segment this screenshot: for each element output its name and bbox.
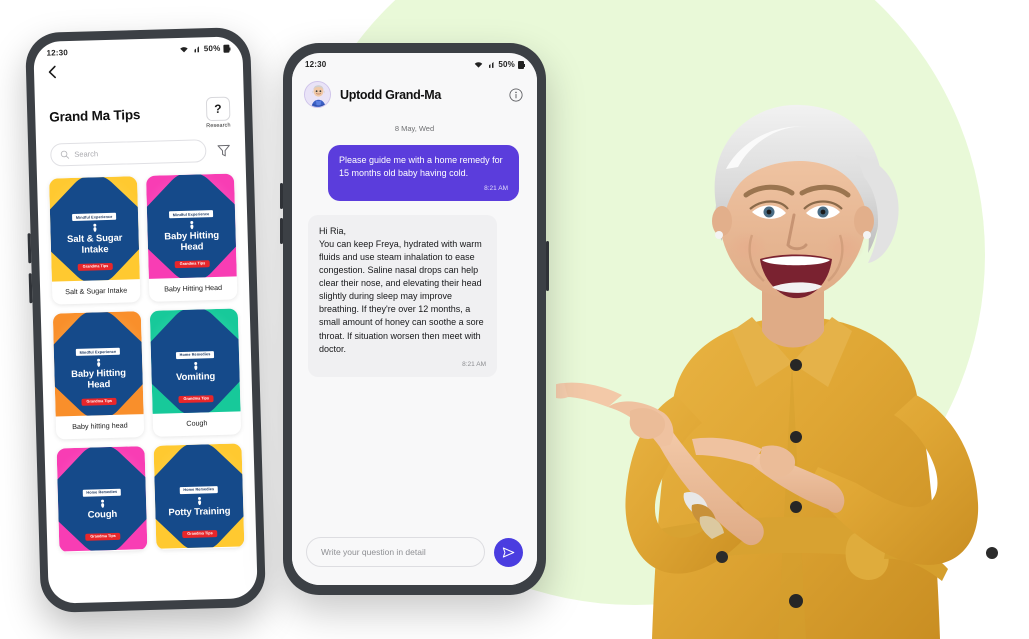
power-button[interactable]: [546, 241, 549, 291]
research-label: Research: [206, 122, 231, 130]
left-phone-device: 12:30 50% Grand Ma Tips ? Research Searc…: [24, 26, 267, 614]
chat-header: Uptodd Grand-Ma: [292, 71, 537, 118]
tip-card[interactable]: Home Remedies Vomiting Grandma Tips Cough: [149, 308, 242, 437]
search-input[interactable]: Search: [50, 139, 207, 167]
search-placeholder: Search: [74, 149, 99, 159]
status-time: 12:30: [305, 60, 327, 69]
baby-glyph-icon: [92, 224, 96, 233]
volume-down-button[interactable]: [28, 273, 33, 304]
tip-card-art-title: Cough: [87, 508, 118, 521]
promo-composition: 12:30 50% Grand Ma Tips ? Research Searc…: [0, 0, 1029, 639]
avatar-illustration: [305, 82, 330, 107]
grandma-tips-badge: Grandma Tips: [178, 394, 215, 404]
tip-card[interactable]: Home Remedies Cough Grandma Tips: [56, 446, 148, 553]
battery-icon: [518, 60, 525, 69]
grandma-tips-badge: Grandma Tips: [174, 259, 211, 269]
message-text: Please guide me with a home remedy for 1…: [339, 155, 503, 179]
tip-card-artwork: Mindful Experience Baby Hitting Head Grand…: [52, 311, 144, 417]
tip-card-label: Cough: [186, 418, 208, 428]
volume-down-button[interactable]: [280, 218, 283, 244]
right-phone-screen: 12:30 50% Uptodd Grand-Ma 8 May, Wed Ple…: [292, 53, 537, 585]
baby-glyph-icon: [193, 361, 197, 370]
baby-glyph-icon: [197, 496, 201, 505]
signal-icon: [194, 46, 200, 53]
status-time: 12:30: [46, 48, 69, 58]
tip-card-label: Salt & Sugar Intake: [65, 285, 128, 297]
tip-card-artwork: Home Remedies Cough Grandma Tips: [56, 446, 148, 552]
battery-percent: 50%: [498, 60, 515, 69]
info-circle-icon[interactable]: [509, 87, 523, 102]
chat-contact-name: Uptodd Grand-Ma: [340, 87, 442, 102]
grandma-tips-badge: Grandma Tips: [81, 397, 118, 406]
message-input[interactable]: Write your question in detail: [306, 537, 485, 567]
category-pill: Mindful Experience: [75, 348, 121, 357]
wifi-icon: [180, 47, 189, 53]
category-pill: Home Remedies: [179, 485, 219, 494]
baby-glyph-icon: [96, 359, 100, 368]
incoming-message: Hi Ria, You can keep Freya, hydrated wit…: [308, 214, 497, 378]
tip-card-artwork: Mindful Experience Salt & Sugar Intake Gra…: [49, 176, 140, 282]
page-title: Grand Ma Tips: [49, 107, 141, 125]
battery-percent: 50%: [203, 43, 221, 54]
tip-card-artwork: Mindful Experience Baby Hitting Head Grand…: [145, 173, 237, 279]
tip-card[interactable]: Mindful Experience Baby Hitting Head Grand…: [145, 173, 238, 302]
date-divider: 8 May, Wed: [394, 124, 435, 133]
message-timestamp: 8:21 AM: [484, 185, 508, 193]
tip-card-artwork: Home Remedies Potty Training Grandma Tips: [153, 443, 245, 549]
battery-icon: [223, 44, 230, 53]
tip-card[interactable]: Mindful Experience Baby Hitting Head Grand…: [52, 311, 145, 440]
baby-glyph-icon: [100, 499, 104, 508]
wifi-icon: [475, 62, 483, 68]
research-button[interactable]: ? Research: [205, 96, 231, 130]
tip-card-art-title: Baby Hitting Head: [70, 367, 127, 391]
send-paper-plane-icon: [502, 546, 515, 558]
tips-card-grid: Mindful Experience Salt & Sugar Intake Gra…: [37, 161, 257, 553]
tip-card-art-title: Salt & Sugar Intake: [66, 232, 123, 256]
send-button[interactable]: [494, 537, 523, 567]
volume-up-button[interactable]: [280, 183, 283, 209]
message-list[interactable]: Please guide me with a home remedy for 1…: [292, 145, 537, 378]
outgoing-message: Please guide me with a home remedy for 1…: [328, 145, 519, 201]
research-question-mark: ?: [205, 96, 231, 122]
tip-card-label: Baby hitting head: [72, 420, 128, 432]
right-phone-device: 12:30 50% Uptodd Grand-Ma 8 May, Wed Ple…: [280, 43, 549, 595]
grandma-tips-badge: Grandma Tips: [182, 529, 218, 539]
tip-card-artwork: Home Remedies Vomiting Grandma Tips: [149, 308, 241, 414]
woman-photo: [550, 95, 1029, 639]
tip-card-art-title: Baby Hitting Head: [164, 230, 220, 253]
message-input-placeholder: Write your question in detail: [321, 547, 426, 557]
grandma-tips-badge: Grandma Tips: [85, 532, 121, 541]
tip-card-art-title: Vomiting: [175, 370, 216, 383]
grandma-avatar[interactable]: [304, 81, 331, 108]
baby-glyph-icon: [189, 221, 193, 230]
volume-up-button[interactable]: [27, 233, 32, 264]
right-status-bar: 12:30 50%: [292, 53, 537, 71]
tip-card[interactable]: Home Remedies Potty Training Grandma Tips: [153, 443, 245, 550]
category-pill: Mindful Experience: [168, 210, 214, 219]
search-icon: [60, 150, 70, 159]
tip-card-art-title: Potty Training: [168, 505, 231, 519]
filter-funnel-icon[interactable]: [216, 143, 231, 158]
tip-card[interactable]: Mindful Experience Salt & Sugar Intake Gra…: [49, 176, 141, 305]
category-pill: Home Remedies: [82, 488, 122, 497]
signal-icon: [489, 61, 494, 68]
chevron-left-icon: [48, 65, 56, 79]
category-pill: Mindful Experience: [71, 213, 117, 222]
message-composer: Write your question in detail: [292, 527, 537, 585]
left-phone-screen: 12:30 50% Grand Ma Tips ? Research Searc…: [33, 36, 258, 604]
message-text: Hi Ria, You can keep Freya, hydrated wit…: [319, 225, 484, 354]
message-timestamp: 8:21 AM: [462, 360, 486, 368]
category-pill: Home Remedies: [175, 350, 215, 359]
grandma-tips-badge: Grandma Tips: [77, 262, 114, 271]
tip-card-label: Baby Hitting Head: [164, 282, 223, 294]
